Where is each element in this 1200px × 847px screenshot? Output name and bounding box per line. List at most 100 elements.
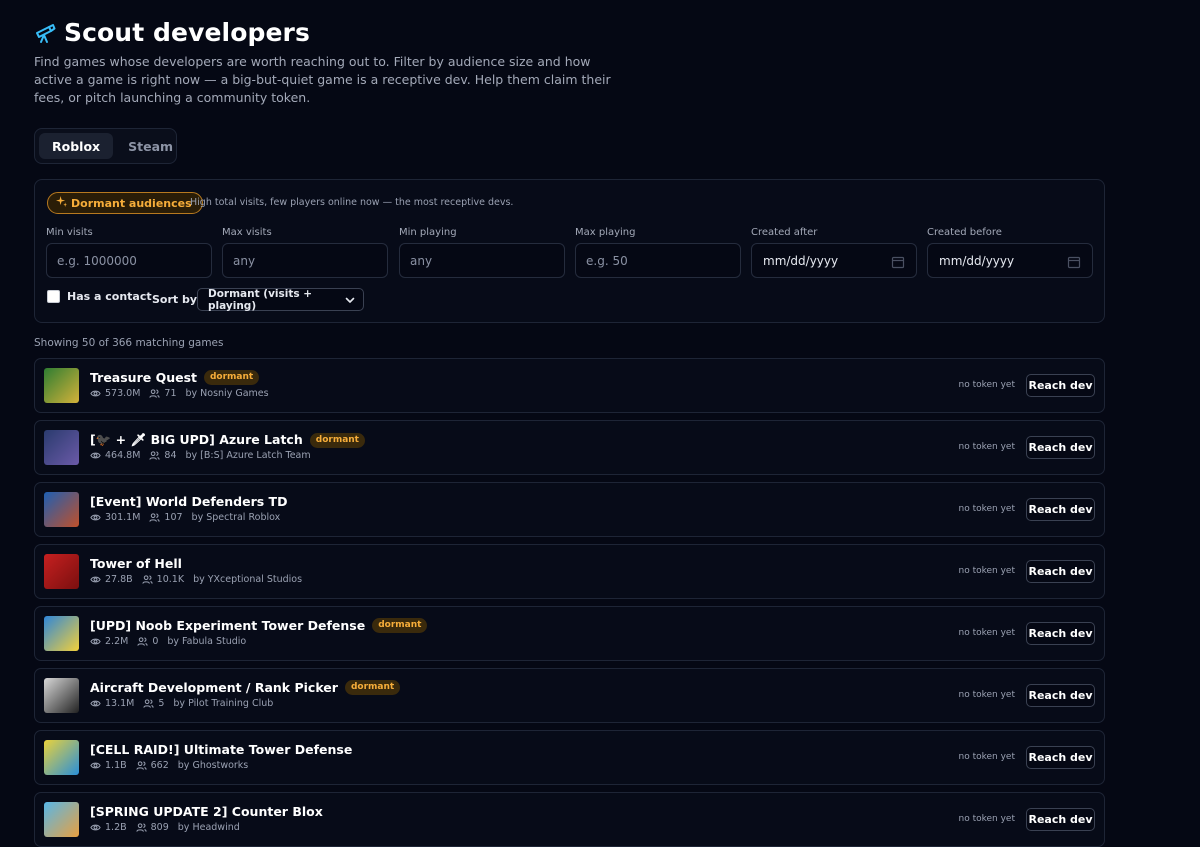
has-contact-checkbox[interactable] xyxy=(47,290,60,303)
platform-tabs: Roblox Steam xyxy=(34,128,177,164)
visits-stat: 1.1B xyxy=(90,760,127,771)
game-title-line: [CELL RAID!] Ultimate Tower Defense xyxy=(90,742,352,757)
visits-value: 27.8B xyxy=(105,574,133,585)
game-row: Tower of Hell 27.8B 10.1K by YXceptional St… xyxy=(34,544,1105,599)
users-icon xyxy=(136,760,147,771)
min-visits-input[interactable] xyxy=(46,243,212,278)
visits-stat: 27.8B xyxy=(90,574,133,585)
telescope-icon xyxy=(34,22,56,44)
developer-name: by YXceptional Studios xyxy=(193,574,303,585)
game-title[interactable]: Aircraft Development / Rank Picker xyxy=(90,680,338,695)
chevron-down-icon xyxy=(345,295,355,305)
playing-stat: 84 xyxy=(149,450,177,461)
playing-value: 662 xyxy=(150,760,169,771)
reach-dev-button[interactable]: Reach dev xyxy=(1026,808,1095,831)
game-meta: 464.8M 84 by [B:S] Azure Latch Team xyxy=(90,450,311,461)
game-thumbnail[interactable] xyxy=(44,802,79,837)
game-meta: 301.1M 107 by Spectral Roblox xyxy=(90,512,280,523)
calendar-icon[interactable] xyxy=(891,254,905,268)
game-thumbnail[interactable] xyxy=(44,616,79,651)
game-thumbnail[interactable] xyxy=(44,492,79,527)
eye-icon xyxy=(90,388,101,399)
game-meta: 1.1B 662 by Ghostworks xyxy=(90,760,248,771)
visits-value: 1.1B xyxy=(105,760,127,771)
game-title[interactable]: [SPRING UPDATE 2] Counter Blox xyxy=(90,804,323,819)
reach-dev-button[interactable]: Reach dev xyxy=(1026,374,1095,397)
token-status: no token yet xyxy=(958,442,1016,452)
playing-value: 84 xyxy=(164,450,177,461)
visits-value: 2.2M xyxy=(105,636,129,647)
visits-stat: 1.2B xyxy=(90,822,127,833)
game-thumbnail[interactable] xyxy=(44,678,79,713)
reach-dev-button[interactable]: Reach dev xyxy=(1026,560,1095,583)
tab-steam[interactable]: Steam xyxy=(115,133,186,159)
created-after-label: Created after xyxy=(751,227,818,238)
filter-panel: Dormant audiences High total visits, few… xyxy=(34,179,1105,323)
visits-stat: 301.1M xyxy=(90,512,140,523)
developer-name: by Nosniy Games xyxy=(185,388,269,399)
playing-stat: 107 xyxy=(149,512,183,523)
game-thumbnail[interactable] xyxy=(44,740,79,775)
visits-stat: 573.0M xyxy=(90,388,140,399)
scout-page: Scout developers Find games whose develo… xyxy=(0,0,1200,847)
title-row: Scout developers xyxy=(34,18,310,47)
max-playing-field: Max playing xyxy=(575,227,741,278)
calendar-icon[interactable] xyxy=(1067,254,1081,268)
game-row: [🐦‍⬛ + 🗡 BIG UPD] Azure Latch dormant 464.… xyxy=(34,420,1105,475)
reach-dev-button[interactable]: Reach dev xyxy=(1026,684,1095,707)
token-status: no token yet xyxy=(958,566,1016,576)
game-thumbnail[interactable] xyxy=(44,430,79,465)
playing-stat: 809 xyxy=(136,822,169,833)
eye-icon xyxy=(90,574,101,585)
page-subtitle: Find games whose developers are worth re… xyxy=(34,54,611,105)
token-status: no token yet xyxy=(958,504,1016,514)
sort-select[interactable]: Dormant (visits + playing) xyxy=(197,288,364,312)
game-meta: 2.2M 0 by Fabula Studio xyxy=(90,636,246,647)
developer-name: by Spectral Roblox xyxy=(191,512,281,523)
game-title[interactable]: [UPD] Noob Experiment Tower Defense xyxy=(90,618,365,633)
reach-dev-button[interactable]: Reach dev xyxy=(1026,436,1095,459)
playing-value: 107 xyxy=(164,512,183,523)
playing-value: 809 xyxy=(150,822,169,833)
eye-icon xyxy=(90,450,101,461)
min-playing-input[interactable] xyxy=(399,243,565,278)
reach-dev-button[interactable]: Reach dev xyxy=(1026,746,1095,769)
has-contact-row: Has a contact xyxy=(47,290,152,303)
game-meta: 27.8B 10.1K by YXceptional Studios xyxy=(90,574,302,585)
page-title: Scout developers xyxy=(64,18,310,47)
token-status: no token yet xyxy=(958,752,1016,762)
users-icon xyxy=(137,636,148,647)
developer-name: by Ghostworks xyxy=(177,760,249,771)
game-title[interactable]: [CELL RAID!] Ultimate Tower Defense xyxy=(90,742,352,757)
game-title-line: [🐦‍⬛ + 🗡 BIG UPD] Azure Latch dormant xyxy=(90,432,365,448)
game-title[interactable]: [🐦‍⬛ + 🗡 BIG UPD] Azure Latch xyxy=(90,432,303,448)
developer-name: by Fabula Studio xyxy=(167,636,247,647)
reach-dev-button[interactable]: Reach dev xyxy=(1026,498,1095,521)
game-row: [CELL RAID!] Ultimate Tower Defense 1.1B 6… xyxy=(34,730,1105,785)
game-title-line: [SPRING UPDATE 2] Counter Blox xyxy=(90,804,323,819)
game-title[interactable]: Treasure Quest xyxy=(90,370,197,385)
game-title-line: [Event] World Defenders TD xyxy=(90,494,287,509)
max-visits-input[interactable] xyxy=(222,243,388,278)
game-title[interactable]: Tower of Hell xyxy=(90,556,182,571)
developer-name: by Headwind xyxy=(177,822,240,833)
users-icon xyxy=(149,450,160,461)
game-title[interactable]: [Event] World Defenders TD xyxy=(90,494,287,509)
created-before-input[interactable]: mm/dd/yyyy xyxy=(927,243,1093,278)
min-visits-field: Min visits xyxy=(46,227,212,278)
max-playing-input[interactable] xyxy=(575,243,741,278)
game-row: [UPD] Noob Experiment Tower Defense dorma… xyxy=(34,606,1105,661)
created-after-input[interactable]: mm/dd/yyyy xyxy=(751,243,917,278)
game-thumbnail[interactable] xyxy=(44,554,79,589)
reach-dev-button[interactable]: Reach dev xyxy=(1026,622,1095,645)
developer-name: by Pilot Training Club xyxy=(173,698,274,709)
game-thumbnail[interactable] xyxy=(44,368,79,403)
dormant-audiences-label: Dormant audiences xyxy=(71,196,192,210)
sparkles-icon xyxy=(56,196,67,210)
sort-by-label: Sort by xyxy=(152,293,198,306)
visits-value: 1.2B xyxy=(105,822,127,833)
game-meta: 1.2B 809 by Headwind xyxy=(90,822,240,833)
dormant-audiences-button[interactable]: Dormant audiences xyxy=(47,192,203,214)
tab-roblox[interactable]: Roblox xyxy=(39,133,114,159)
created-before-label: Created before xyxy=(927,227,1002,238)
